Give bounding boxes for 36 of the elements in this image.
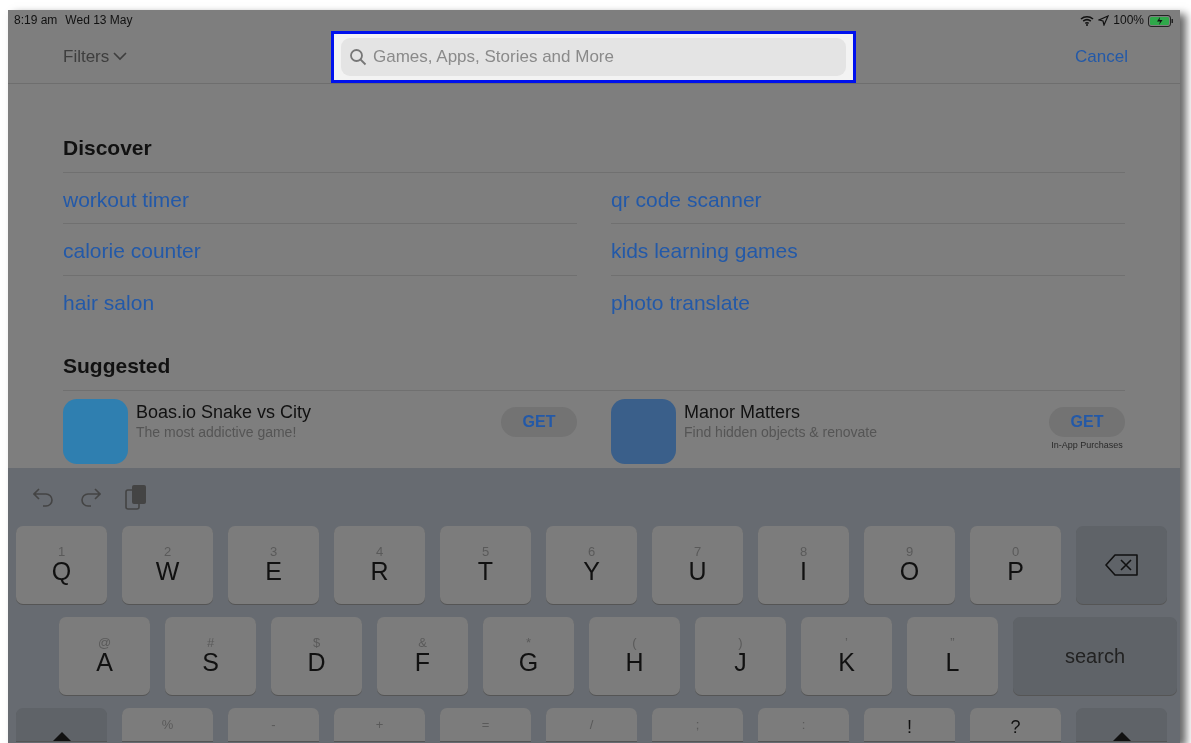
keyboard-key[interactable]: * G: [483, 617, 574, 695]
search-icon: [349, 47, 367, 66]
section-heading: Discover: [63, 132, 1125, 173]
section-heading: Suggested: [63, 350, 1125, 391]
keyboard-key[interactable]: & F: [377, 617, 468, 695]
undo-icon[interactable]: [33, 487, 55, 507]
search-input[interactable]: Games, Apps, Stories and More: [373, 43, 838, 70]
paste-icon[interactable]: [125, 484, 147, 510]
keyboard-key[interactable]: @ A: [59, 617, 150, 695]
keyboard-key[interactable]: !: [864, 708, 955, 741]
keyboard-key[interactable]: ” L: [907, 617, 998, 695]
status-time: 8:19 am: [14, 12, 58, 29]
app-name: Manor Matters: [684, 402, 802, 423]
in-app-purchases-note: In-App Purchases: [1051, 440, 1123, 450]
filters-button[interactable]: Filters: [63, 43, 331, 70]
location-arrow-icon: [1098, 14, 1110, 26]
backspace-key[interactable]: [1076, 526, 1167, 604]
keyboard-key[interactable]: $ D: [271, 617, 362, 695]
redo-icon[interactable]: [79, 487, 101, 507]
backspace-icon: [1104, 554, 1139, 576]
keyboard-key[interactable]: ) J: [695, 617, 786, 695]
keyboard-key[interactable]: # S: [165, 617, 256, 695]
keyboard-key[interactable]: ’ K: [801, 617, 892, 695]
keyboard-key[interactable]: ( H: [589, 617, 680, 695]
chevron-down-icon: [113, 52, 128, 61]
status-date: Wed 13 May: [65, 12, 133, 29]
shift-key[interactable]: [16, 708, 107, 741]
shift-key[interactable]: [1076, 708, 1167, 741]
keyboard-key[interactable]: ?: [970, 708, 1061, 741]
shift-icon: [1112, 732, 1131, 741]
search-field[interactable]: Games, Apps, Stories and More: [341, 37, 846, 76]
shift-icon: [52, 732, 71, 741]
search-key[interactable]: search: [1013, 617, 1177, 695]
wifi-icon: [1080, 14, 1095, 26]
app-name: Boas.io Snake vs City: [136, 402, 313, 423]
battery-percent: 100%: [1113, 12, 1144, 29]
